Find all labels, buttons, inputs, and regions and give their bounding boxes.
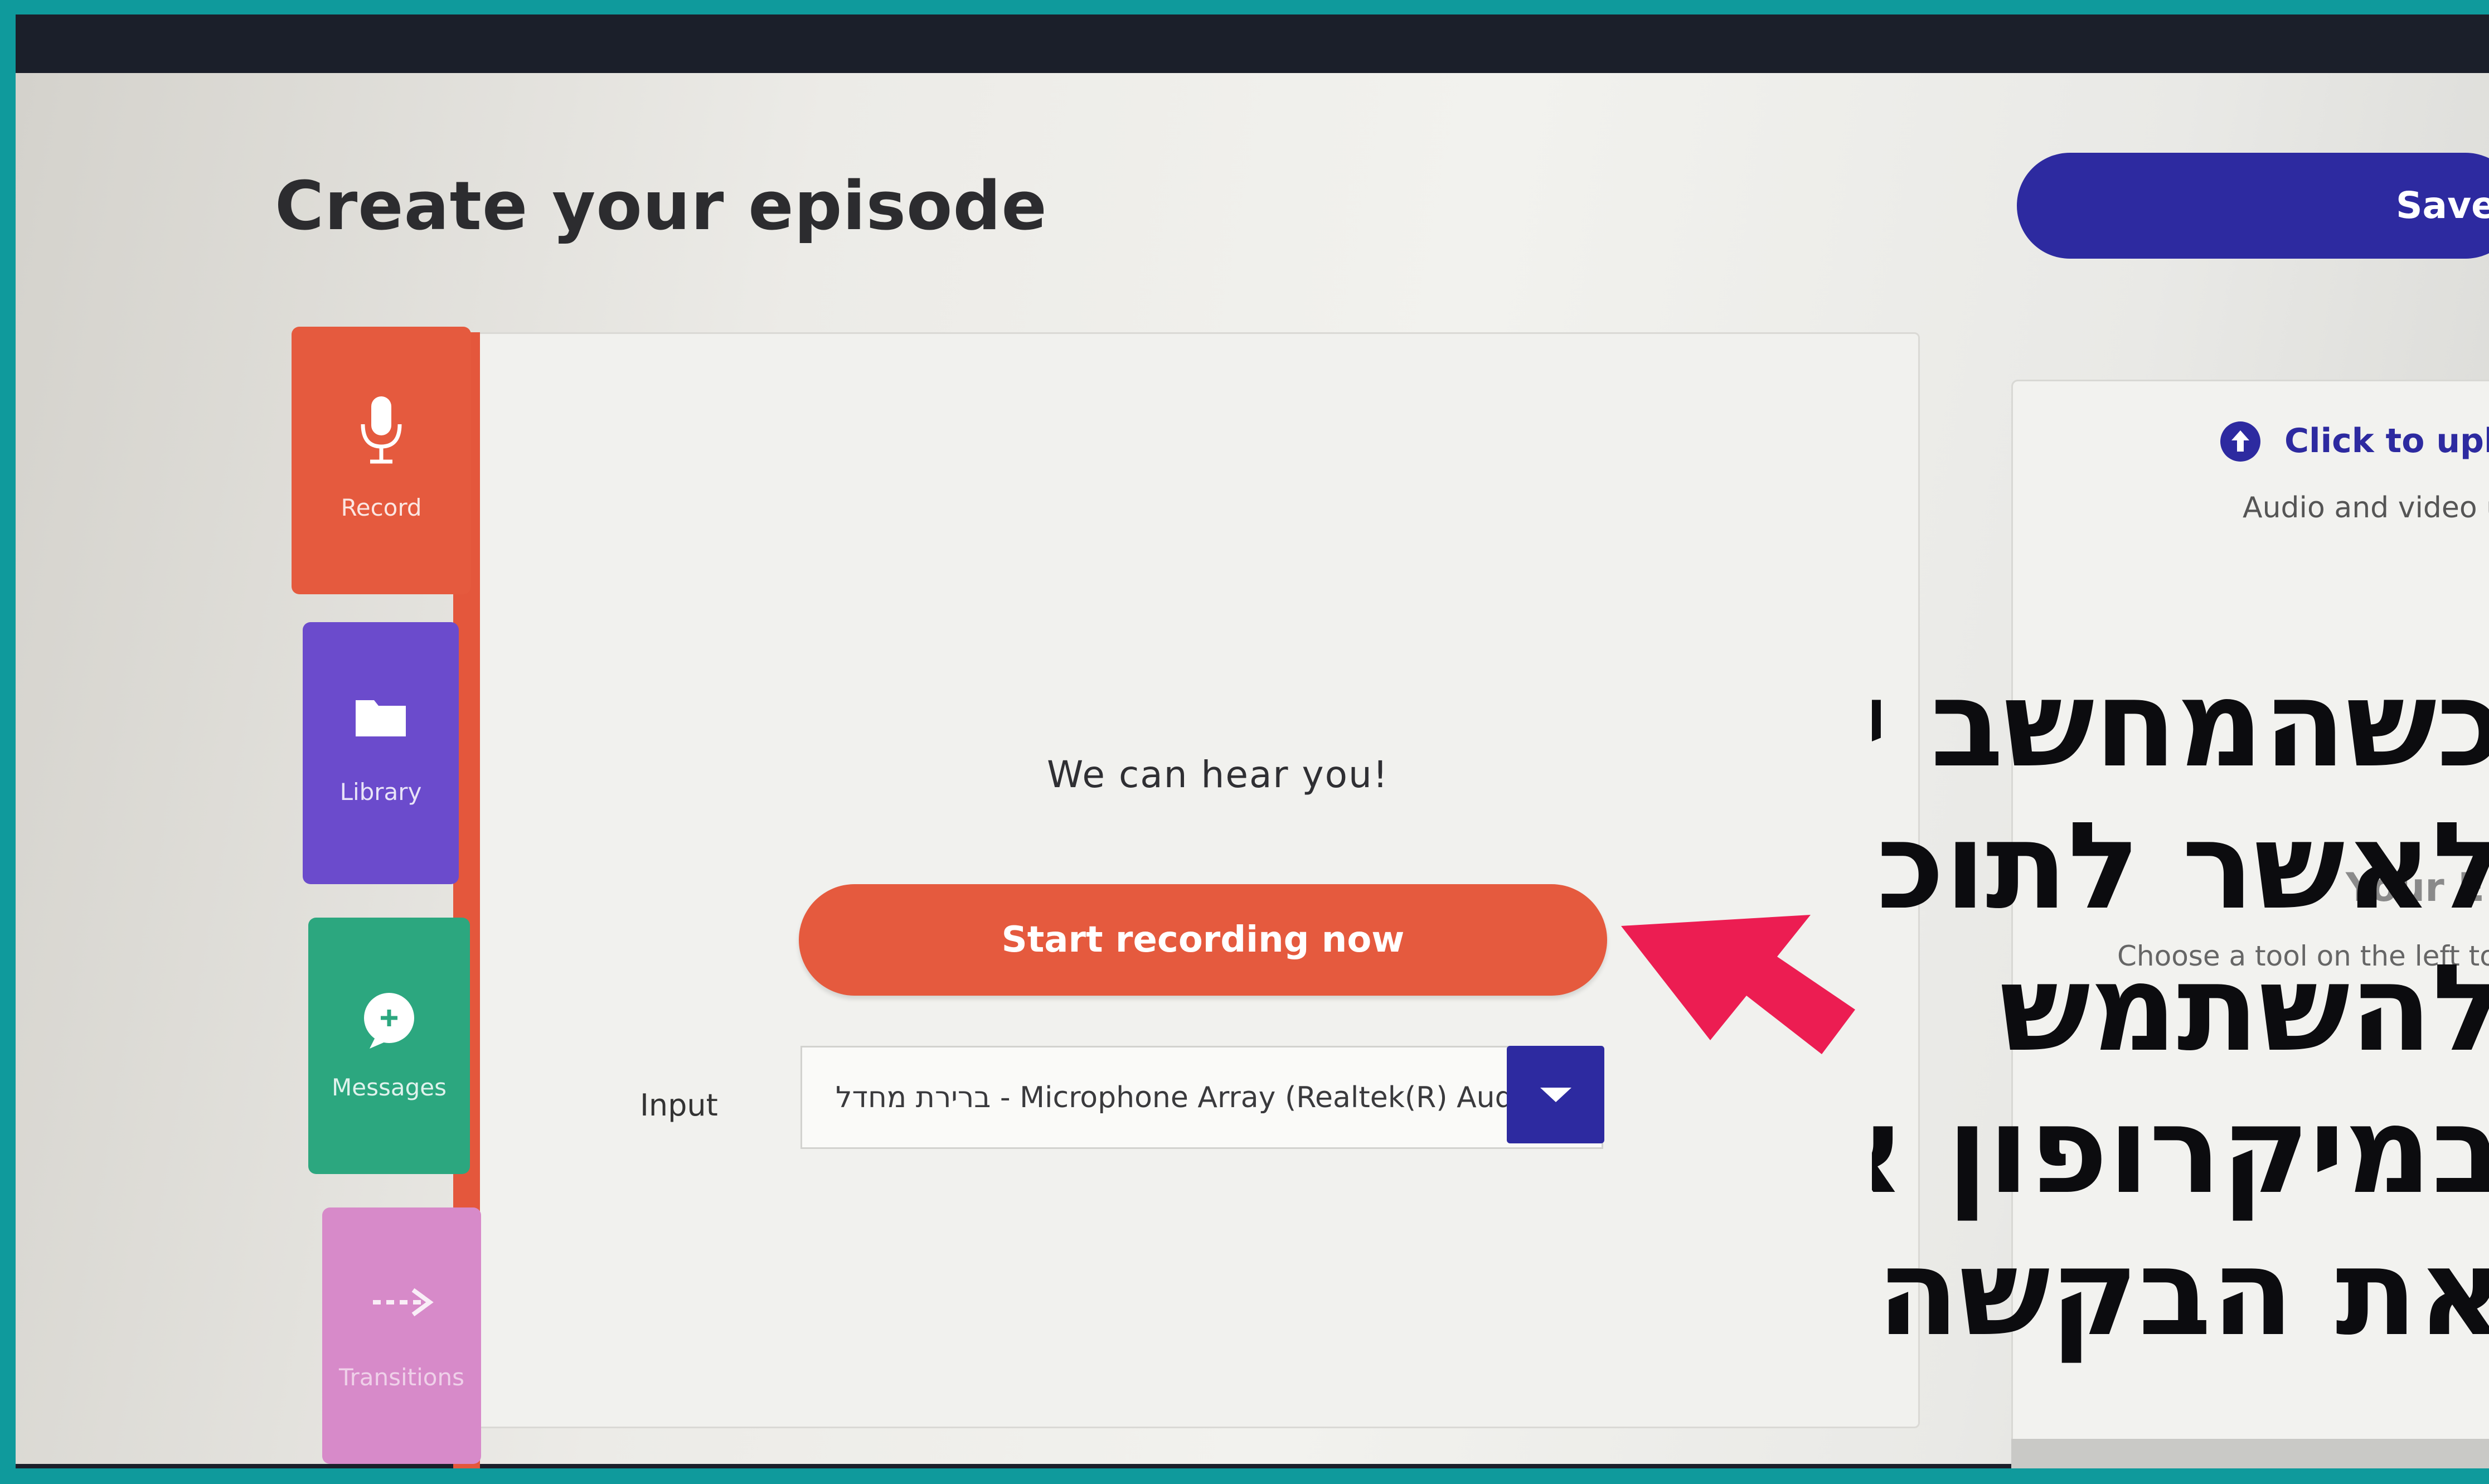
tool-sidebar: Record Library Messages Transitions [292, 327, 481, 1468]
save-button-label: Save [2396, 184, 2489, 227]
hebrew-instruction-overlay: כשהמחשב יבקש לאשר לתוכנה להשתמש במיקרופו… [1872, 653, 2489, 1364]
microphone-icon [292, 394, 471, 477]
tool-record[interactable]: Record [292, 327, 471, 594]
tool-messages[interactable]: Messages [308, 918, 470, 1174]
screen: Create your episode Save Record Library … [16, 14, 2489, 1468]
tool-record-label: Record [341, 494, 422, 521]
tool-library-label: Library [339, 778, 422, 806]
start-recording-button[interactable]: Start recording now [799, 884, 1607, 996]
tool-messages-label: Messages [332, 1074, 447, 1101]
tool-library[interactable]: Library [303, 622, 459, 884]
folder-icon [303, 695, 459, 745]
pointer-arrow-icon [1621, 915, 1855, 1054]
overlay-line: את הבקשה [1876, 1223, 2489, 1362]
save-button[interactable]: Save [2017, 153, 2489, 259]
input-device-select[interactable]: ברירת מחדל - Microphone Array (Realtek(R… [800, 1046, 1603, 1149]
chat-plus-icon [308, 990, 470, 1057]
overlay-line: כשהמחשב יבקש [1872, 654, 2489, 794]
upload-subtext: Audio and video up [2243, 491, 2489, 525]
input-dropdown-button[interactable] [1507, 1046, 1604, 1143]
tool-transitions-label: Transitions [339, 1364, 464, 1391]
input-label: Input [640, 1088, 718, 1123]
overlay-line: להשתמש [1999, 938, 2489, 1078]
chevron-down-icon [1540, 1088, 1571, 1102]
dashed-arrow-icon [322, 1280, 481, 1330]
upload-icon[interactable] [2220, 421, 2260, 462]
tool-transitions[interactable]: Transitions [322, 1207, 481, 1464]
mic-status-text: We can hear you! [1047, 753, 1389, 796]
input-device-value: ברירת מחדל - Microphone Array (Realtek(R… [836, 1081, 1527, 1114]
app-window: Create your episode Save Record Library … [16, 73, 2489, 1468]
page-title: Create your episode [275, 168, 1047, 245]
record-panel [467, 332, 1920, 1428]
teal-frame: Create your episode Save Record Library … [0, 0, 2489, 1484]
overlay-line: לאשר לתוכנה [1872, 796, 2489, 936]
overlay-line: במיקרופון אשרו [1872, 1080, 2489, 1220]
upload-link[interactable]: Click to upload [2284, 421, 2489, 460]
right-panel-footer [2011, 1439, 2489, 1468]
